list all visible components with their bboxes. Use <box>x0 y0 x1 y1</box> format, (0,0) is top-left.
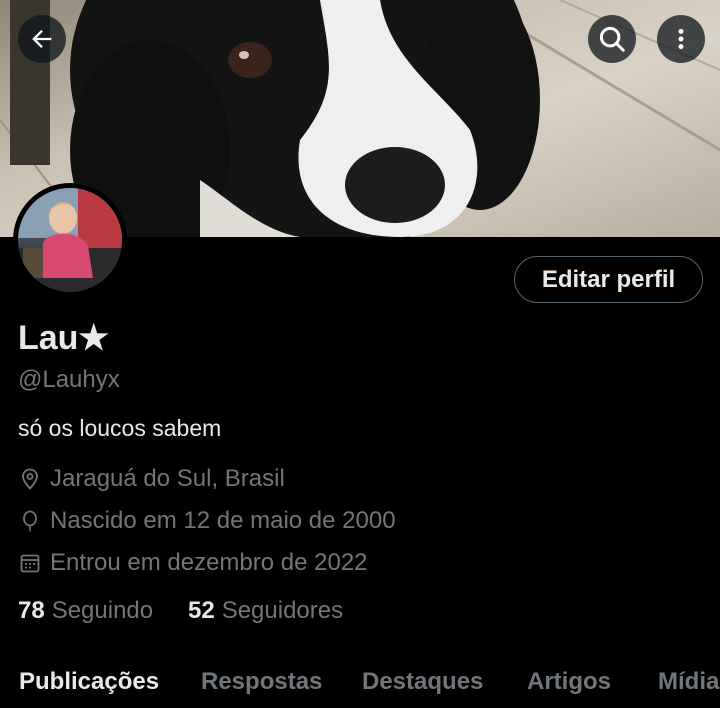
tab-destaques[interactable]: Destaques <box>362 668 483 696</box>
profile-tabs: Publicações Respostas Destaques Artigos … <box>0 660 720 708</box>
calendar-icon <box>18 551 42 575</box>
location-pin-icon <box>18 467 42 491</box>
birth-text: Nascido em 12 de maio de 2000 <box>50 507 396 534</box>
joined-row: Entrou em dezembro de 2022 <box>18 549 368 577</box>
more-options-button[interactable] <box>657 15 705 63</box>
search-button[interactable] <box>588 15 636 63</box>
followers-count: 52 <box>188 597 215 624</box>
following-count: 78 <box>18 597 45 624</box>
balloon-icon <box>18 509 42 533</box>
username: @Lauhyx <box>18 366 120 393</box>
avatar[interactable] <box>13 183 127 297</box>
edit-profile-button[interactable]: Editar perfil <box>514 256 703 303</box>
following-label: Seguindo <box>51 597 154 624</box>
followers-link[interactable]: 52 Seguidores <box>188 597 343 625</box>
tab-midia[interactable]: Mídia <box>658 668 719 696</box>
display-name: Lau★ <box>18 319 109 357</box>
location-row: Jaraguá do Sul, Brasil <box>18 465 285 493</box>
following-link[interactable]: 78 Seguindo <box>18 597 153 625</box>
arrow-left-icon <box>32 30 52 48</box>
more-vertical-icon <box>678 28 684 50</box>
search-icon <box>599 26 625 52</box>
avatar-photo <box>18 188 122 292</box>
back-button[interactable] <box>18 15 66 63</box>
location-text: Jaraguá do Sul, Brasil <box>50 465 285 492</box>
birth-row: Nascido em 12 de maio de 2000 <box>18 507 396 535</box>
joined-text: Entrou em dezembro de 2022 <box>50 549 368 576</box>
tab-publicacoes[interactable]: Publicações <box>19 668 159 696</box>
bio: só os loucos sabem <box>18 415 222 441</box>
tab-respostas[interactable]: Respostas <box>201 668 322 696</box>
tab-artigos[interactable]: Artigos <box>527 668 611 696</box>
followers-label: Seguidores <box>221 597 344 624</box>
